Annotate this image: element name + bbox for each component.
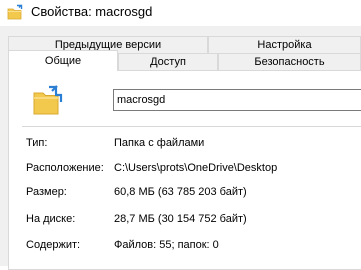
title-bar[interactable]: Свойства: macrosgd	[0, 0, 361, 26]
size-on-disk-label: На диске:	[26, 213, 76, 225]
type-label: Тип:	[26, 137, 48, 149]
size-label: Размер:	[26, 186, 67, 198]
location-label: Расположение:	[26, 162, 104, 174]
separator	[22, 126, 361, 127]
type-value: Папка с файлами	[114, 137, 205, 149]
contains-value: Файлов: 55; папок: 0	[114, 239, 219, 251]
folder-cloud-sync-icon	[33, 85, 63, 115]
size-on-disk-value: 28,7 МБ (30 154 752 байт)	[114, 213, 247, 225]
tab-general[interactable]: Общие	[8, 50, 118, 71]
tab-sharing[interactable]: Доступ	[118, 53, 218, 70]
tab-customize[interactable]: Настройка	[208, 36, 361, 53]
tab-security[interactable]: Безопасность	[218, 53, 361, 70]
contains-label: Содержит:	[26, 239, 81, 251]
location-value: C:\Users\prots\OneDrive\Desktop	[114, 162, 278, 174]
size-value: 60,8 МБ (63 785 203 байт)	[114, 186, 247, 198]
folder-name-input[interactable]	[113, 89, 361, 111]
window-title: Свойства: macrosgd	[31, 4, 153, 19]
folder-cloud-sync-icon	[7, 4, 23, 20]
